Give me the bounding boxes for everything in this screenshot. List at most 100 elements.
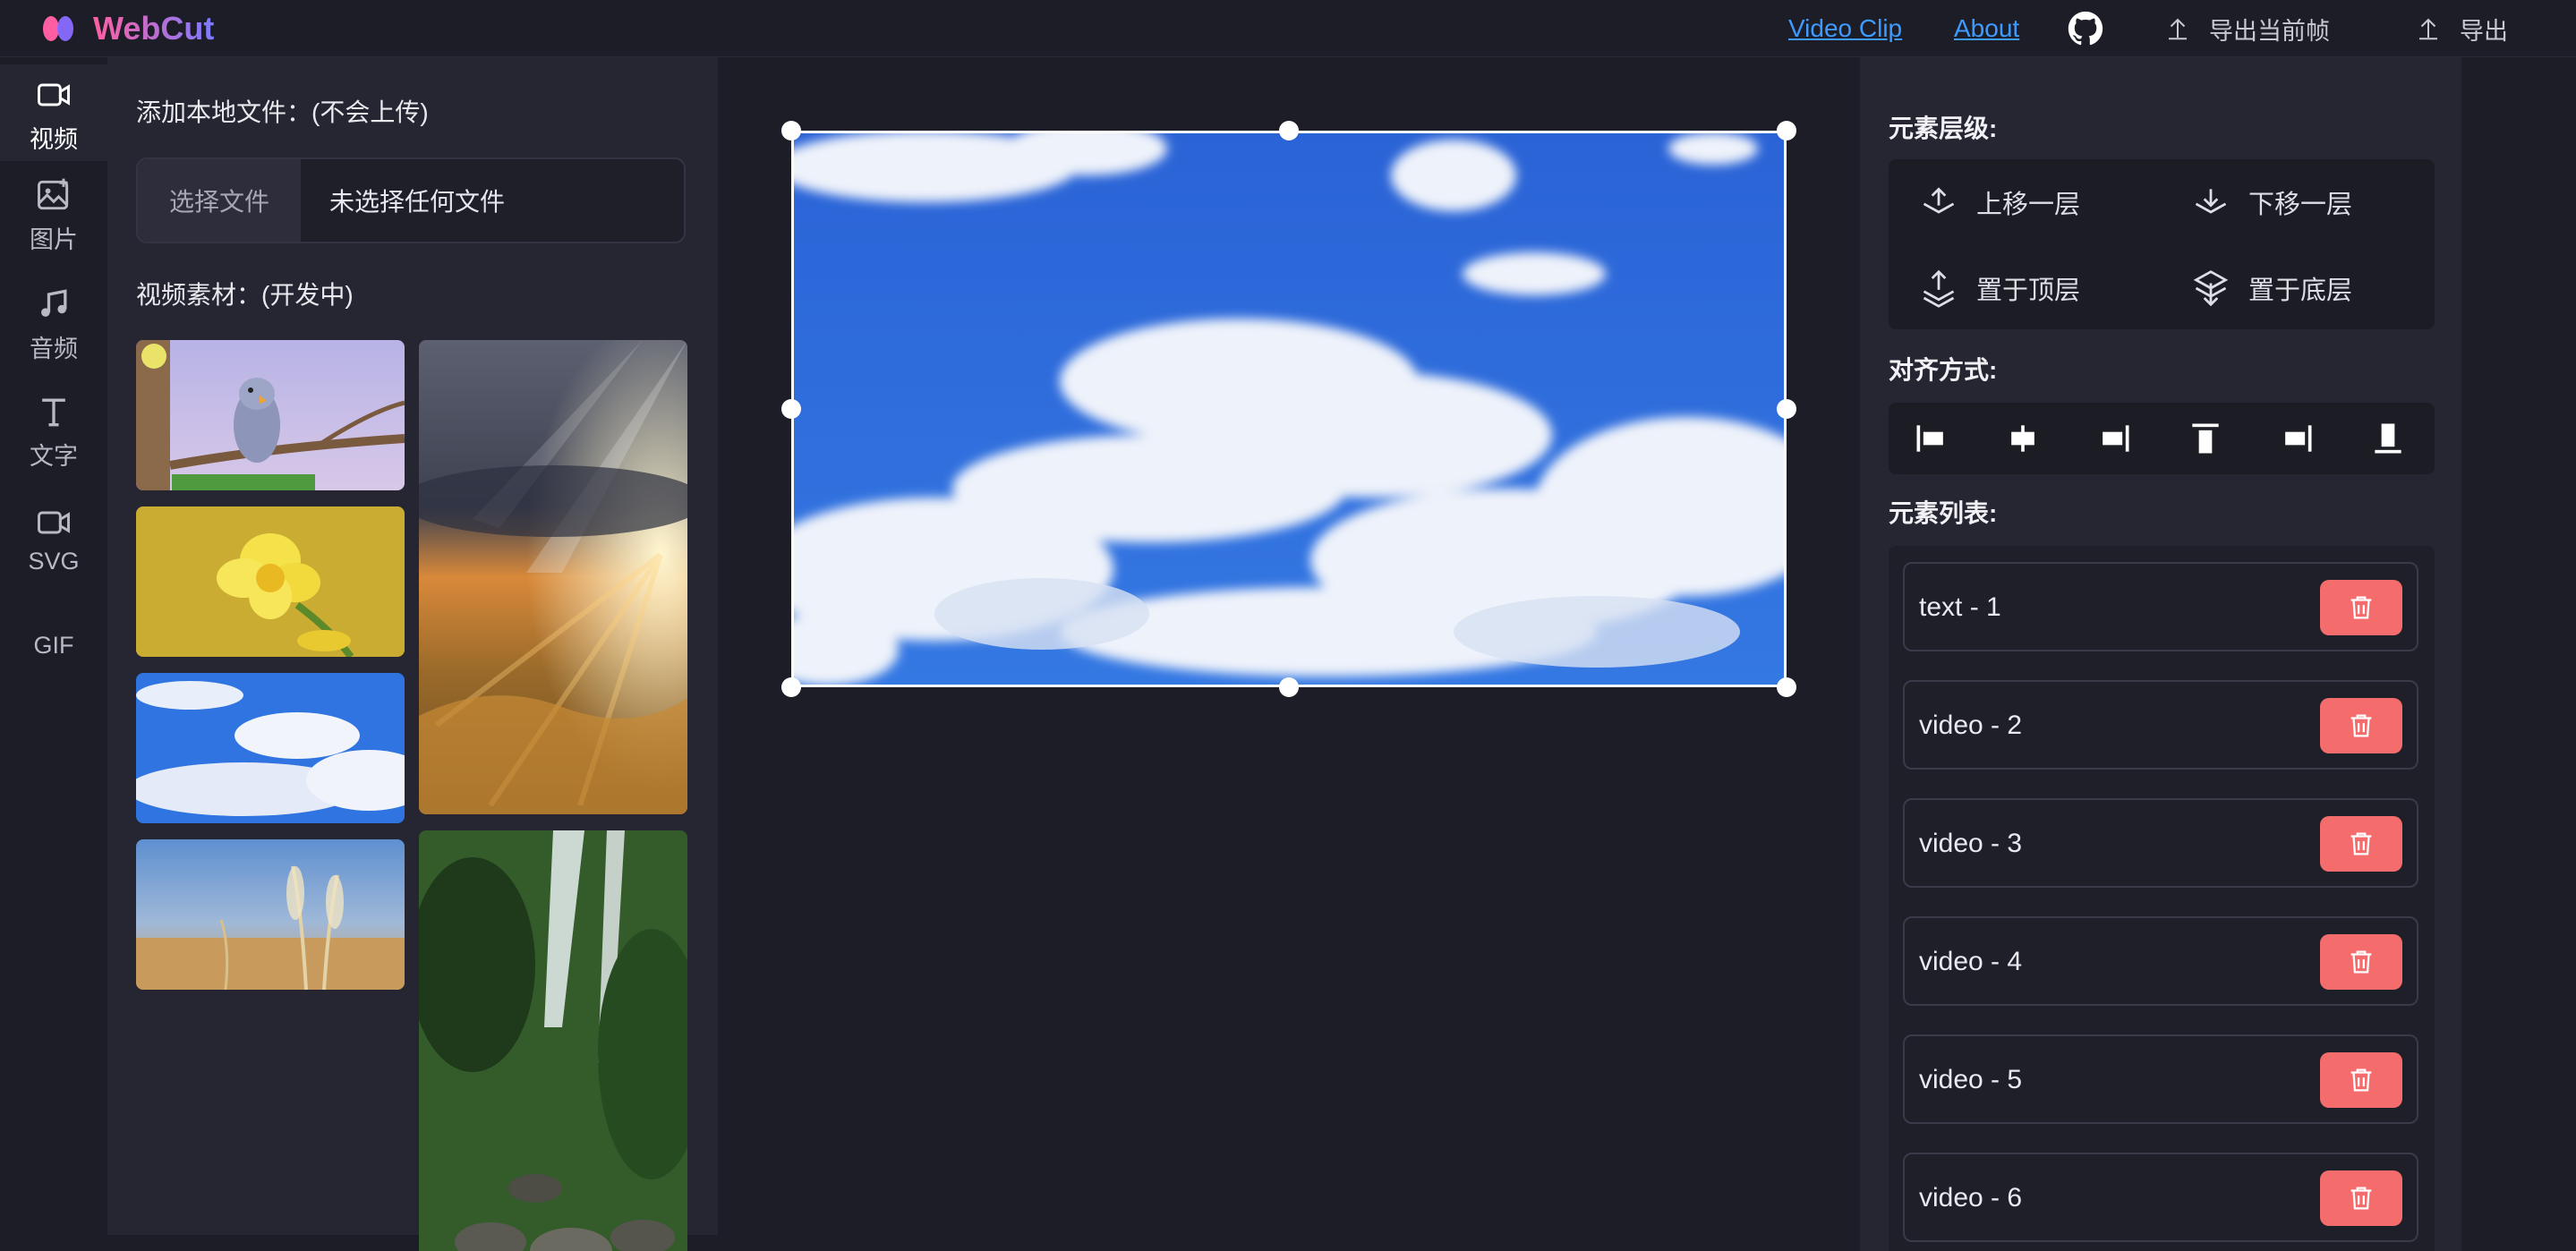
element-list: text - 1 video - 2 video - 3 video - 4 v… — [1889, 546, 2435, 1251]
tab-image[interactable]: 图片 — [0, 175, 107, 255]
video-thumbnail[interactable] — [136, 506, 405, 657]
element-label: text - 1 — [1919, 592, 2001, 622]
delete-element-button[interactable] — [2320, 1170, 2402, 1226]
delete-element-button[interactable] — [2320, 698, 2402, 753]
video-clip-link[interactable]: Video Clip — [1788, 14, 1902, 43]
tab-label: SVG — [28, 548, 80, 574]
text-icon — [42, 398, 65, 427]
layer-top-icon — [1923, 269, 1955, 308]
delete-element-button[interactable] — [2320, 580, 2402, 635]
trash-icon — [2350, 714, 2372, 737]
element-list-item[interactable]: text - 1 — [1903, 562, 2418, 651]
blue-sky-clouds-image — [136, 673, 405, 823]
move-up-label: 上移一层 — [1976, 191, 2081, 219]
resize-handle-bottom-right[interactable] — [1777, 677, 1796, 697]
element-list-title: 元素列表: — [1889, 499, 1998, 527]
tab-svg[interactable]: SVG — [0, 503, 107, 575]
right-gutter — [2461, 57, 2576, 1251]
video-thumbnail[interactable] — [419, 340, 687, 814]
element-label: video - 3 — [1919, 829, 2023, 858]
video-materials-title: 视频素材：(开发中) — [136, 281, 354, 309]
delete-element-button[interactable] — [2320, 816, 2402, 872]
sky-video-frame — [791, 131, 1787, 687]
align-right-icon[interactable] — [2094, 419, 2134, 458]
github-icon[interactable] — [2068, 11, 2103, 47]
video-thumbnail[interactable] — [136, 673, 405, 823]
resize-handle-bottom-left[interactable] — [781, 677, 801, 697]
layer-bottom-icon — [2193, 270, 2229, 307]
logo[interactable]: WebCut — [41, 10, 215, 47]
storm-sunset-landscape-image — [419, 340, 687, 814]
layer-down-icon — [2195, 189, 2227, 214]
tab-label: 图片 — [30, 226, 78, 253]
upload-icon — [2169, 18, 2187, 40]
about-link[interactable]: About — [1954, 14, 2019, 43]
element-label: video - 4 — [1919, 947, 2023, 976]
resize-handle-right[interactable] — [1777, 399, 1796, 419]
alignment-box — [1889, 403, 2435, 474]
move-down-label: 下移一层 — [2248, 191, 2353, 219]
resize-handle-top[interactable] — [1279, 121, 1299, 140]
tab-label: 视频 — [30, 126, 78, 153]
tab-video[interactable]: 视频 — [0, 64, 107, 161]
tab-audio[interactable]: 音频 — [0, 285, 107, 364]
trash-icon — [2350, 1187, 2372, 1210]
preview-stage[interactable] — [791, 131, 1787, 687]
resource-panel: 添加本地文件：(不会上传) 选择文件 未选择任何文件 视频素材：(开发中) — [107, 57, 718, 1251]
align-bottom-icon[interactable] — [2368, 419, 2408, 458]
alignment-title: 对齐方式: — [1889, 356, 1998, 384]
file-status: 未选择任何文件 — [329, 188, 506, 216]
element-list-item[interactable]: video - 2 — [1903, 680, 2418, 770]
bring-to-front-label: 置于顶层 — [1976, 277, 2081, 305]
element-list-item[interactable]: video - 3 — [1903, 798, 2418, 888]
canvas-area — [718, 57, 1860, 1235]
choose-file-button[interactable]: 选择文件 — [138, 159, 301, 242]
send-to-back-label: 置于底层 — [2248, 277, 2353, 305]
video-thumbnail[interactable] — [419, 830, 687, 1251]
media-type-sidebar: 视频 图片 音频 文字 SVG GIF — [0, 57, 107, 1235]
align-middle-vertical-icon[interactable] — [2277, 419, 2316, 458]
upload-icon — [2419, 18, 2437, 40]
trash-icon — [2350, 596, 2372, 619]
move-down-button[interactable]: 下移一层 — [2191, 183, 2352, 222]
top-header: WebCut Video Clip About 导出当前帧 导出 — [0, 0, 2576, 57]
delete-element-button[interactable] — [2320, 1052, 2402, 1108]
tab-label: GIF — [33, 632, 74, 659]
resize-handle-top-right[interactable] — [1777, 121, 1796, 140]
music-note-icon — [41, 289, 67, 317]
export-label: 导出 — [2460, 17, 2508, 45]
align-center-horizontal-icon[interactable] — [2003, 419, 2043, 458]
export-frame-button[interactable]: 导出当前帧 — [2164, 13, 2330, 45]
bird-on-branch-image — [136, 340, 405, 490]
trash-icon — [2350, 1068, 2372, 1092]
layer-order-box: 上移一层 下移一层 置于顶层 置于底层 — [1889, 159, 2435, 329]
yellow-daffodil-image — [136, 506, 405, 657]
element-list-item[interactable]: video - 4 — [1903, 916, 2418, 1006]
resize-handle-top-left[interactable] — [781, 121, 801, 140]
export-frame-label: 导出当前帧 — [2209, 17, 2330, 45]
send-to-back-button[interactable]: 置于底层 — [2191, 268, 2352, 308]
resize-handle-left[interactable] — [781, 399, 801, 419]
tab-label: 文字 — [30, 443, 78, 470]
layer-up-icon — [1923, 187, 1955, 214]
layer-order-title: 元素层级: — [1889, 115, 1998, 142]
align-left-icon[interactable] — [1912, 419, 1951, 458]
trash-icon — [2350, 832, 2372, 855]
delete-element-button[interactable] — [2320, 934, 2402, 990]
resize-handle-bottom[interactable] — [1279, 677, 1299, 697]
export-button[interactable]: 导出 — [2415, 13, 2508, 45]
tab-text[interactable]: 文字 — [0, 392, 107, 472]
video-thumbnail[interactable] — [136, 839, 405, 990]
align-top-icon[interactable] — [2186, 419, 2225, 458]
tab-gif[interactable]: GIF — [0, 632, 107, 660]
video-thumbnail[interactable] — [136, 340, 405, 490]
forest-waterfall-image — [419, 830, 687, 1251]
element-list-item[interactable]: video - 5 — [1903, 1034, 2418, 1124]
app-name: WebCut — [93, 10, 215, 47]
move-up-button[interactable]: 上移一层 — [1919, 183, 2080, 222]
bring-to-front-button[interactable]: 置于顶层 — [1919, 268, 2080, 308]
file-input[interactable]: 选择文件 未选择任何文件 — [136, 157, 686, 243]
element-label: video - 5 — [1919, 1065, 2023, 1094]
element-list-item[interactable]: video - 6 — [1903, 1153, 2418, 1242]
trash-icon — [2350, 950, 2372, 974]
